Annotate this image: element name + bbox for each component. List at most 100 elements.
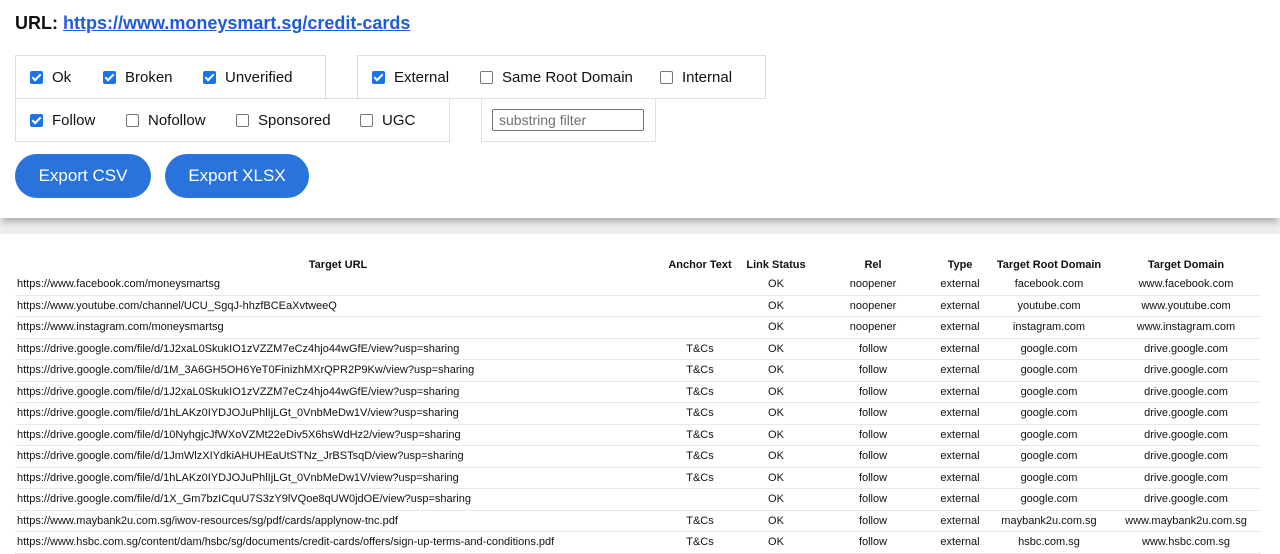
cell-rel: follow [813, 359, 933, 382]
checkbox-sponsored-label: Sponsored [258, 112, 331, 129]
cell-target-domain: drive.google.com [1111, 424, 1261, 446]
table-row: https://drive.google.com/file/d/1hLAKz0I… [15, 402, 1261, 425]
checkbox-external-box[interactable] [372, 71, 385, 84]
cell-anchor-text: T&Cs [661, 359, 739, 382]
cell-link-status: OK [739, 531, 813, 554]
table-row: https://drive.google.com/file/d/1X_Gm7bz… [15, 488, 1261, 511]
cell-link-status: OK [739, 424, 813, 446]
cell-target-domain: www.youtube.com [1111, 295, 1261, 317]
checkbox-broken[interactable]: Broken [103, 69, 173, 86]
cell-link-status: OK [739, 274, 813, 296]
checkbox-nofollow[interactable]: Nofollow [126, 112, 206, 129]
checkbox-unverified[interactable]: Unverified [203, 69, 293, 86]
url-line: URL: https://www.moneysmart.sg/credit-ca… [15, 13, 410, 34]
checkbox-broken-box[interactable] [103, 71, 116, 84]
cell-target-domain: drive.google.com [1111, 467, 1261, 489]
checkbox-ok-box[interactable] [30, 71, 43, 84]
cell-target-root-domain: google.com [987, 402, 1111, 425]
checkbox-sponsored-box[interactable] [236, 114, 249, 127]
export-csv-button[interactable]: Export CSV [15, 154, 151, 198]
cell-target-url: https://drive.google.com/file/d/10Nyhgjc… [15, 424, 661, 446]
checkbox-follow-box[interactable] [30, 114, 43, 127]
cell-rel: follow [813, 445, 933, 468]
cell-anchor-text: T&Cs [661, 381, 739, 403]
cell-target-url: https://drive.google.com/file/d/1J2xaL0S… [15, 381, 661, 403]
checkbox-unverified-label: Unverified [225, 69, 293, 86]
header-target-url: Target URL [308, 258, 368, 271]
header-type: Type [947, 258, 973, 271]
cell-target-url: https://drive.google.com/file/d/1JmWlzXI… [15, 445, 661, 468]
cell-anchor-text: T&Cs [661, 467, 739, 489]
table-row: https://drive.google.com/file/d/1hLAKz0I… [15, 467, 1261, 489]
checkbox-external[interactable]: External [372, 69, 449, 86]
header-rel: Rel [864, 258, 882, 271]
cell-rel: follow [813, 467, 933, 489]
cell-target-url: https://drive.google.com/file/d/1X_Gm7bz… [15, 488, 661, 511]
cell-type: external [933, 338, 987, 360]
links-table: Target URL Anchor Text Link Status Rel Type T… [15, 255, 1261, 554]
cell-target-url: https://www.instagram.com/moneysmartsg [15, 316, 661, 339]
target-url-link[interactable]: https://www.moneysmart.sg/credit-cards [63, 13, 410, 33]
cell-link-status: OK [739, 316, 813, 339]
cell-anchor-text [661, 295, 739, 317]
cell-target-domain: drive.google.com [1111, 381, 1261, 403]
checkbox-broken-label: Broken [125, 69, 173, 86]
checkbox-internal-label: Internal [682, 69, 733, 86]
header-link-status: Link Status [746, 258, 806, 271]
cell-target-root-domain: google.com [987, 381, 1111, 403]
cell-target-root-domain: google.com [987, 359, 1111, 382]
checkbox-ugc-box[interactable] [360, 114, 373, 127]
cell-target-root-domain: youtube.com [987, 295, 1111, 317]
cell-anchor-text: T&Cs [661, 531, 739, 554]
cell-target-root-domain: google.com [987, 338, 1111, 360]
table-row: https://www.hsbc.com.sg/content/dam/hsbc… [15, 531, 1261, 554]
cell-target-url: https://www.maybank2u.com.sg/iwov-resour… [15, 510, 661, 532]
cell-link-status: OK [739, 510, 813, 532]
cell-link-status: OK [739, 445, 813, 468]
checkbox-internal-box[interactable] [660, 71, 673, 84]
cell-target-domain: drive.google.com [1111, 488, 1261, 511]
cell-target-domain: drive.google.com [1111, 445, 1261, 468]
table-row: https://drive.google.com/file/d/1J2xaL0S… [15, 338, 1261, 360]
checkbox-nofollow-box[interactable] [126, 114, 139, 127]
export-xlsx-button[interactable]: Export XLSX [165, 154, 309, 198]
cell-rel: noopener [813, 295, 933, 317]
table-row: https://drive.google.com/file/d/10Nyhgjc… [15, 424, 1261, 446]
cell-type: external [933, 381, 987, 403]
cell-rel: follow [813, 488, 933, 511]
cell-rel: noopener [813, 274, 933, 296]
checkbox-ugc-label: UGC [382, 112, 416, 129]
checkbox-unverified-box[interactable] [203, 71, 216, 84]
cell-target-url: https://www.hsbc.com.sg/content/dam/hsbc… [15, 531, 661, 554]
checkbox-same-root-domain-label: Same Root Domain [502, 69, 633, 86]
checkbox-ugc[interactable]: UGC [360, 112, 415, 129]
cell-type: external [933, 510, 987, 532]
cell-target-domain: drive.google.com [1111, 338, 1261, 360]
checkbox-same-root-domain-box[interactable] [480, 71, 493, 84]
checkbox-sponsored[interactable]: Sponsored [236, 112, 331, 129]
cell-anchor-text: T&Cs [661, 402, 739, 425]
section-divider [0, 218, 1280, 234]
cell-target-url: https://www.youtube.com/channel/UCU_SgqJ… [15, 295, 661, 317]
header-anchor-text: Anchor Text [668, 258, 732, 271]
checkbox-ok[interactable]: Ok [30, 69, 71, 86]
cell-type: external [933, 445, 987, 468]
controls-panel: URL: https://www.moneysmart.sg/credit-ca… [0, 0, 1280, 218]
cell-target-url: https://drive.google.com/file/d/1hLAKz0I… [15, 467, 661, 489]
table-row: https://www.facebook.com/moneysmartsg OK n… [15, 274, 1261, 296]
cell-rel: follow [813, 424, 933, 446]
checkbox-internal[interactable]: Internal [660, 69, 732, 86]
cell-type: external [933, 488, 987, 511]
cell-target-url: https://www.facebook.com/moneysmartsg [15, 274, 661, 296]
substring-filter-input[interactable] [492, 109, 644, 131]
table-row: https://www.youtube.com/channel/UCU_SgqJ… [15, 295, 1261, 317]
checkbox-nofollow-label: Nofollow [148, 112, 206, 129]
cell-anchor-text: T&Cs [661, 510, 739, 532]
table-body: https://www.facebook.com/moneysmartsg OK n… [15, 274, 1261, 554]
cell-target-root-domain: hsbc.com.sg [987, 531, 1111, 554]
cell-target-domain: www.hsbc.com.sg [1111, 531, 1261, 554]
table-row: https://drive.google.com/file/d/1JmWlzXI… [15, 445, 1261, 468]
checkbox-follow[interactable]: Follow [30, 112, 95, 129]
checkbox-same-root-domain[interactable]: Same Root Domain [480, 69, 633, 86]
cell-rel: follow [813, 338, 933, 360]
